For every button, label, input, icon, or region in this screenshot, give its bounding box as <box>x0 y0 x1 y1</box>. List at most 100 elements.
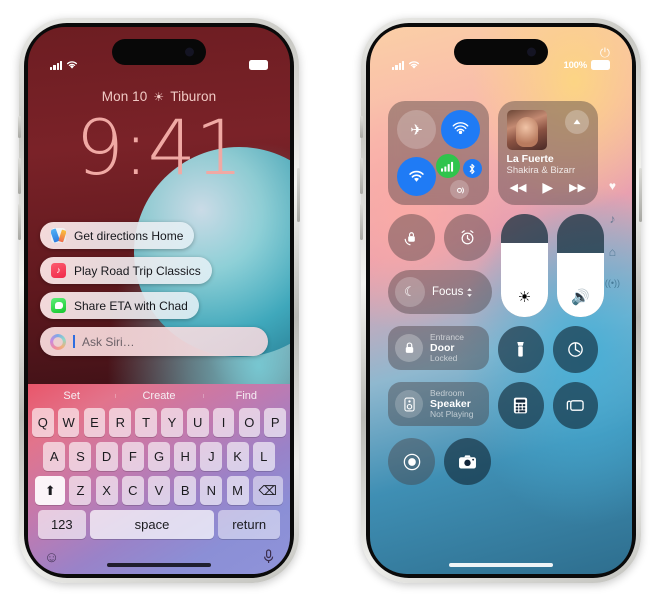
numbers-key[interactable]: 123 <box>37 510 86 539</box>
cc-row-home-1: Entrance Door Locked <box>388 326 598 373</box>
album-art <box>506 110 547 150</box>
focus-tile[interactable]: ☾ Focus <box>388 270 492 314</box>
flashlight-icon[interactable] <box>498 326 544 373</box>
connectivity-tile[interactable]: ✈ <box>388 101 489 205</box>
home-indicator[interactable] <box>449 563 553 567</box>
key-g[interactable]: G <box>148 442 170 471</box>
key-h[interactable]: H <box>174 442 197 471</box>
home-control-door[interactable]: Entrance Door Locked <box>388 326 490 370</box>
key-l[interactable]: L <box>252 442 275 471</box>
key-a[interactable]: A <box>43 442 66 471</box>
timer-icon[interactable] <box>552 326 598 373</box>
signal-bars-icon <box>392 60 405 70</box>
volume-slider[interactable]: 🔊 <box>557 214 604 317</box>
volume-up-button[interactable] <box>18 158 21 194</box>
key-k[interactable]: K <box>226 442 249 471</box>
siri-suggestion-music[interactable]: ♪ Play Road Trip Classics <box>40 257 212 284</box>
key-u[interactable]: U <box>186 408 209 437</box>
home-control-speaker[interactable]: Bedroom Speaker Not Playing <box>388 382 490 426</box>
connectivity-page-icon[interactable]: ((•)) <box>605 278 620 288</box>
mic-icon[interactable] <box>263 549 274 565</box>
key-q[interactable]: Q <box>32 408 54 437</box>
now-playing-tile[interactable]: La Fuerte Shakira & Bizarr ◀◀ ▶ ▶▶ <box>497 101 598 205</box>
screen-mirroring-icon[interactable] <box>552 382 598 429</box>
left-phone: Mon 10 ☀ Tiburon 9:41 Get directions Hom… <box>18 18 300 583</box>
prediction-bar: Set Create Find <box>28 384 290 408</box>
action-button[interactable] <box>18 116 21 138</box>
siri-suggestion-directions[interactable]: Get directions Home <box>40 222 195 249</box>
key-r[interactable]: R <box>109 408 132 437</box>
wifi-icon[interactable] <box>397 157 436 196</box>
key-z[interactable]: Z <box>69 476 92 505</box>
lock-screen-dateline: Mon 10 ☀ Tiburon <box>28 89 290 104</box>
keyboard-row-3: ⬆ Z X C V B N M ⌫ <box>28 476 290 505</box>
left-phone-screen: Mon 10 ☀ Tiburon 9:41 Get directions Hom… <box>28 27 290 574</box>
bluetooth-icon[interactable] <box>462 159 482 178</box>
key-x[interactable]: X <box>95 476 118 505</box>
key-e[interactable]: E <box>83 408 106 437</box>
prediction-3[interactable]: Find <box>202 390 290 402</box>
rotation-lock-icon[interactable] <box>388 214 435 261</box>
previous-icon[interactable]: ◀◀ <box>510 181 527 194</box>
return-key[interactable]: return <box>218 510 281 539</box>
camera-icon[interactable] <box>444 438 491 485</box>
key-w[interactable]: W <box>57 408 80 437</box>
track-title: La Fuerte <box>506 153 554 165</box>
sun-icon: ☀ <box>153 89 165 104</box>
key-i[interactable]: I <box>212 408 235 437</box>
action-button[interactable] <box>360 116 363 138</box>
volume-down-button[interactable] <box>18 204 21 240</box>
calculator-icon[interactable] <box>498 382 544 429</box>
delete-key[interactable]: ⌫ <box>252 476 283 505</box>
key-c[interactable]: C <box>121 476 144 505</box>
keyboard: Set Create Find Q W E R T Y U I O P A S … <box>28 384 290 574</box>
key-y[interactable]: Y <box>161 408 183 437</box>
favorites-heart-icon[interactable]: ♥ <box>609 179 616 193</box>
prediction-1[interactable]: Set <box>28 390 115 402</box>
airplane-icon[interactable]: ✈ <box>397 110 436 149</box>
power-button[interactable] <box>639 168 642 222</box>
cellular-icon[interactable] <box>435 154 460 178</box>
hotspot-icon[interactable] <box>449 180 469 199</box>
siri-suggestion-eta[interactable]: Share ETA with Chad <box>40 292 199 319</box>
play-icon[interactable]: ▶ <box>542 179 553 196</box>
lock-location: Tiburon <box>170 89 217 104</box>
key-s[interactable]: S <box>69 442 92 471</box>
home-indicator[interactable] <box>107 563 211 567</box>
control-center-page-icons: ♥ ♪ ⌂ ((•)) <box>605 179 620 288</box>
lock-alarm-row <box>388 214 492 261</box>
airplay-icon[interactable] <box>565 110 589 134</box>
key-d[interactable]: D <box>95 442 118 471</box>
volume-down-button[interactable] <box>360 204 363 240</box>
key-v[interactable]: V <box>148 476 170 505</box>
alarm-clock-icon[interactable] <box>444 214 491 261</box>
prediction-2[interactable]: Create <box>115 390 202 402</box>
shift-key[interactable]: ⬆ <box>35 476 66 505</box>
front-camera-icon <box>185 47 194 57</box>
key-n[interactable]: N <box>200 476 223 505</box>
key-m[interactable]: M <box>226 476 249 505</box>
key-f[interactable]: F <box>121 442 144 471</box>
siri-orb-icon <box>50 333 66 350</box>
home-page-icon[interactable]: ⌂ <box>609 245 616 259</box>
music-page-icon[interactable]: ♪ <box>609 212 615 226</box>
siri-suggestion-label: Get directions Home <box>74 228 184 243</box>
ask-siri-input[interactable]: Ask Siri… <box>40 327 268 356</box>
brightness-slider[interactable]: ☀ <box>501 214 548 317</box>
key-j[interactable]: J <box>200 442 223 471</box>
airdrop-icon[interactable] <box>440 110 480 149</box>
key-o[interactable]: O <box>238 408 261 437</box>
lock-icon <box>395 334 423 362</box>
next-icon[interactable]: ▶▶ <box>569 181 586 194</box>
emoji-icon[interactable]: ☺ <box>44 549 59 566</box>
volume-up-button[interactable] <box>360 158 363 194</box>
power-button[interactable] <box>297 168 300 222</box>
record-icon[interactable] <box>388 438 435 485</box>
messages-icon <box>51 298 66 313</box>
key-t[interactable]: T <box>135 408 157 437</box>
key-p[interactable]: P <box>264 408 286 437</box>
key-b[interactable]: B <box>174 476 197 505</box>
moon-icon: ☾ <box>395 277 425 307</box>
volume-fill <box>557 253 604 317</box>
space-key[interactable]: space <box>90 510 214 539</box>
